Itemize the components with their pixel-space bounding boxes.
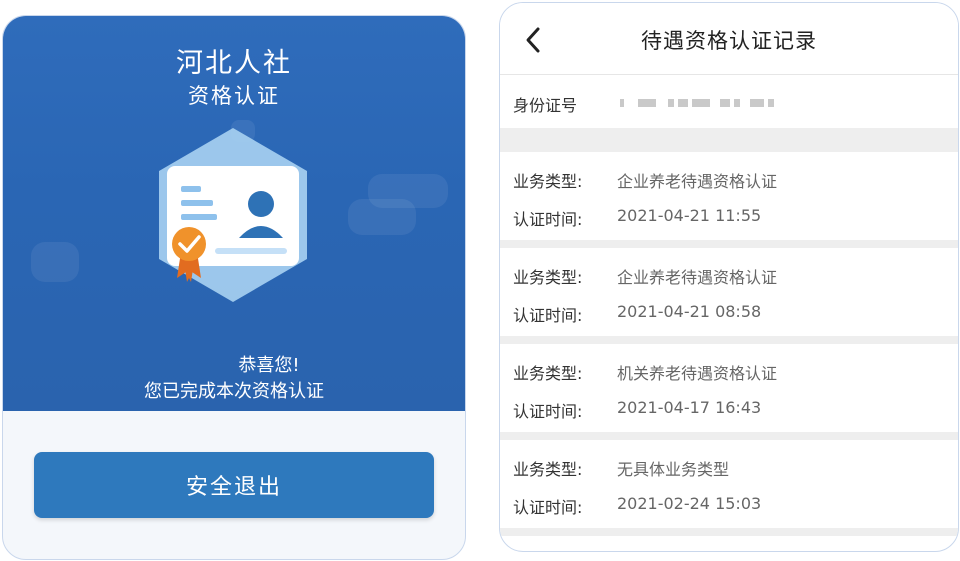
record-divider xyxy=(500,528,958,536)
business-type-label: 业务类型: xyxy=(513,364,583,383)
safe-exit-button[interactable]: 安全退出 xyxy=(34,452,434,518)
business-type-label: 业务类型: xyxy=(513,460,583,479)
congrats-line-1: 恭喜您! xyxy=(238,355,300,376)
id-number-row: 身份证号 xyxy=(500,76,958,128)
cert-time-label: 认证时间: xyxy=(513,210,583,229)
record-divider xyxy=(500,240,958,248)
congrats-line-2: 您已完成本次资格认证 xyxy=(144,381,324,402)
app-title: 河北人社 xyxy=(176,48,292,79)
record-divider xyxy=(500,432,958,440)
section-divider xyxy=(500,128,958,152)
record-item: 业务类型: 企业养老待遇资格认证 认证时间: 2021-04-21 08:58 xyxy=(500,248,958,334)
nav-bar: 待遇资格认证记录 xyxy=(500,3,958,75)
id-number-label: 身份证号 xyxy=(513,96,578,115)
success-message: 恭喜您! 您已完成本次资格认证 xyxy=(3,353,465,405)
business-type-label: 业务类型: xyxy=(513,172,583,191)
record-item: 业务类型: 企业养老待遇资格认证 认证时间: 2021-04-21 11:55 xyxy=(500,152,958,238)
business-type-value: 无具体业务类型 xyxy=(617,460,730,479)
cert-time-label: 认证时间: xyxy=(513,306,583,325)
certification-records-screen: 待遇资格认证记录 身份证号 业务类型: 企业养老待遇资格认证 认证时间: 202… xyxy=(499,2,959,552)
record-item: 业务类型: 机关养老待遇资格认证 认证时间: 2021-04-17 16:43 xyxy=(500,344,958,430)
header-background: 河北人社 资格认证 恭喜您! 您已完成本次资格认证 xyxy=(3,16,465,411)
business-type-label: 业务类型: xyxy=(513,268,583,287)
cert-time-label: 认证时间: xyxy=(513,402,583,421)
cert-time-value: 2021-04-21 08:58 xyxy=(617,302,762,321)
business-type-value: 企业养老待遇资格认证 xyxy=(617,172,778,191)
page-title: 待遇资格认证记录 xyxy=(641,29,817,53)
certificate-badge-icon xyxy=(153,126,313,304)
certification-success-screen: 河北人社 资格认证 恭喜您! 您已完成本次资格认证 安全退出 xyxy=(2,15,466,560)
business-type-value: 企业养老待遇资格认证 xyxy=(617,268,778,287)
page-subtitle: 资格认证 xyxy=(188,84,280,108)
cert-time-value: 2021-04-17 16:43 xyxy=(617,398,762,417)
cert-time-value: 2021-04-21 11:55 xyxy=(617,206,762,225)
id-number-masked xyxy=(620,98,774,108)
cert-time-value: 2021-02-24 15:03 xyxy=(617,494,762,513)
cert-time-label: 认证时间: xyxy=(513,498,583,517)
record-divider xyxy=(500,336,958,344)
record-item: 业务类型: 无具体业务类型 认证时间: 2021-02-24 15:03 xyxy=(500,440,958,526)
business-type-value: 机关养老待遇资格认证 xyxy=(617,364,778,383)
